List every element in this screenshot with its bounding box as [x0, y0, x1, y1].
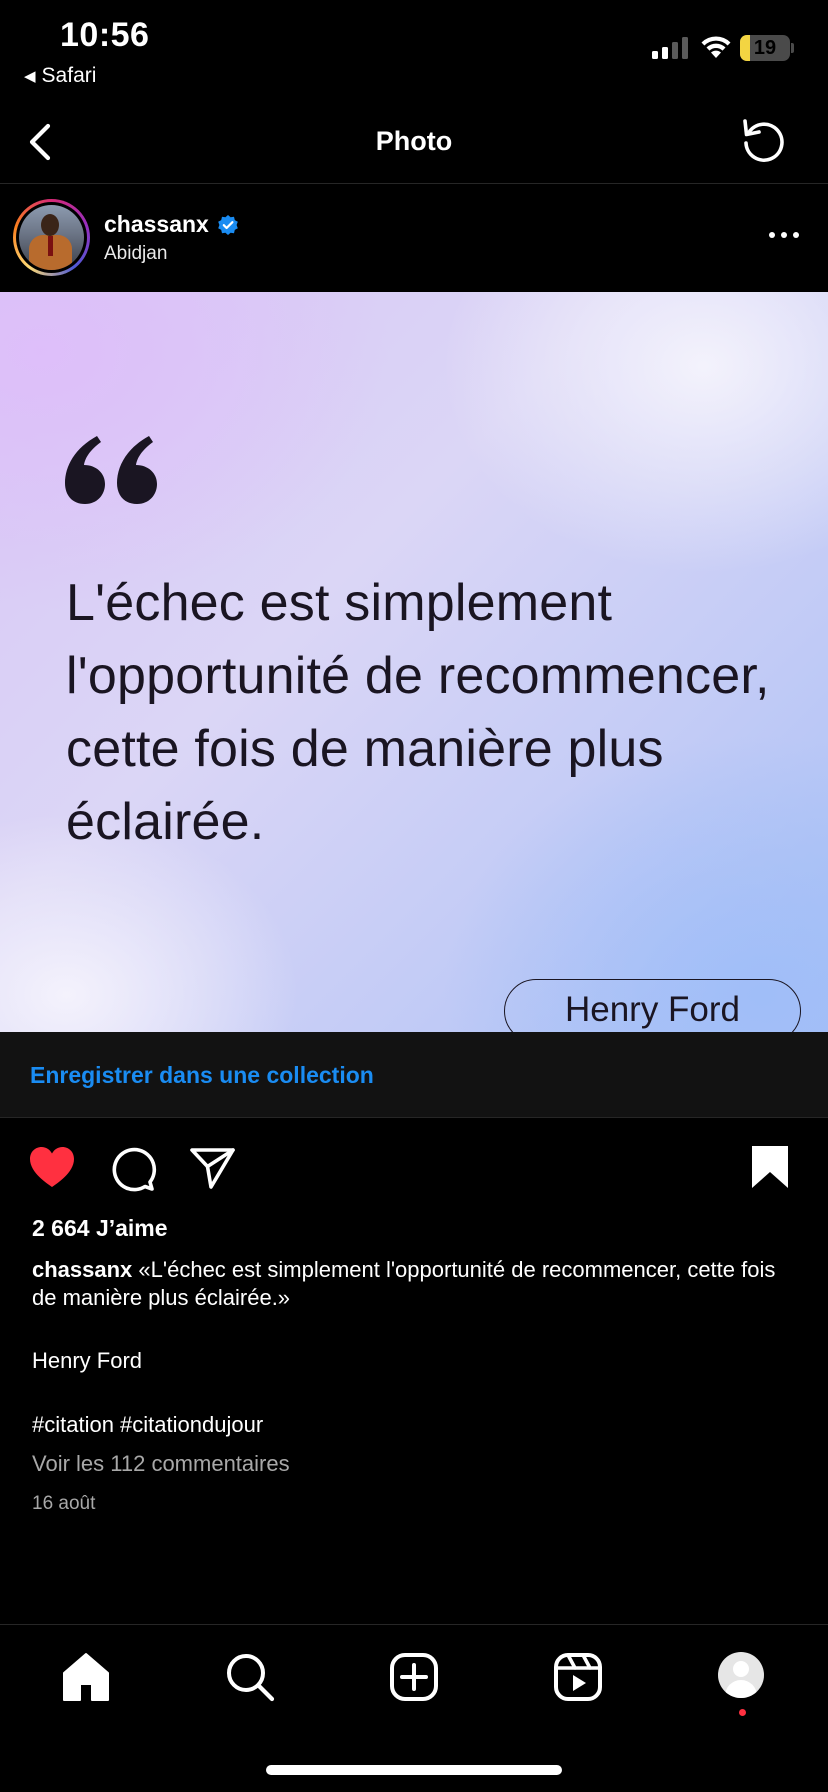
quotation-mark-icon [65, 436, 157, 504]
battery-percentage: 19 [753, 36, 777, 59]
home-indicator[interactable] [266, 1765, 562, 1775]
caption-hashtags[interactable]: #citation #citationdujour [32, 1412, 263, 1438]
caption-author: Henry Ford [32, 1348, 143, 1373]
post-image[interactable]: L'échec est simplement l'opportunité de … [0, 292, 828, 1032]
heart-filled-icon[interactable] [26, 1142, 78, 1194]
battery-nub [791, 43, 794, 53]
back-triangle-icon: ◀ [24, 68, 36, 85]
like-count[interactable]: 2 664 J’aime [32, 1215, 168, 1242]
save-to-collection-link[interactable]: Enregistrer dans une collection [30, 1062, 374, 1089]
post-date: 16 août [32, 1493, 96, 1514]
home-icon[interactable] [58, 1649, 114, 1705]
page-title: Photo [375, 126, 453, 156]
status-time: 10:56 [60, 16, 150, 54]
more-horizontal-icon[interactable] [764, 225, 804, 245]
save-collection-banner: Enregistrer dans une collection [0, 1032, 828, 1118]
search-icon[interactable] [222, 1649, 278, 1705]
avatar [19, 205, 84, 270]
post-caption: chassanx «L'échec est simplement l'oppor… [32, 1256, 802, 1312]
cellular-signal-icon [652, 37, 688, 59]
caption-username[interactable]: chassanx [32, 1257, 132, 1282]
reels-icon[interactable] [550, 1649, 606, 1705]
create-post-icon[interactable] [386, 1649, 442, 1705]
verified-badge-icon [218, 214, 238, 235]
post-actions [0, 1140, 828, 1200]
refresh-icon[interactable] [738, 116, 788, 166]
caption-text: «L'échec est simplement l'opportunité de… [32, 1257, 776, 1310]
quote-author-pill: Henry Ford [504, 979, 801, 1032]
status-bar: 10:56 ◀ Safari 19 [0, 0, 828, 100]
send-icon[interactable] [186, 1142, 238, 1194]
profile-avatar[interactable] [718, 1652, 764, 1698]
back-app-label: Safari [41, 64, 97, 87]
back-to-safari-link[interactable]: ◀ Safari [24, 64, 96, 88]
bookmark-filled-icon[interactable] [744, 1142, 796, 1194]
comment-icon[interactable] [106, 1142, 158, 1194]
wifi-icon [701, 36, 731, 58]
notification-dot [739, 1709, 746, 1716]
quote-text: L'échec est simplement l'opportunité de … [66, 574, 770, 851]
bottom-tab-bar [0, 1624, 828, 1724]
post-header: chassanx Abidjan [0, 185, 828, 292]
view-comments-link[interactable]: Voir les 112 commentaires [32, 1451, 290, 1477]
post-username[interactable]: chassanx [104, 211, 209, 238]
battery-indicator: 19 [740, 35, 790, 61]
nav-bar: Photo [0, 100, 828, 184]
post-location[interactable]: Abidjan [104, 243, 167, 265]
story-ring[interactable] [13, 199, 90, 276]
